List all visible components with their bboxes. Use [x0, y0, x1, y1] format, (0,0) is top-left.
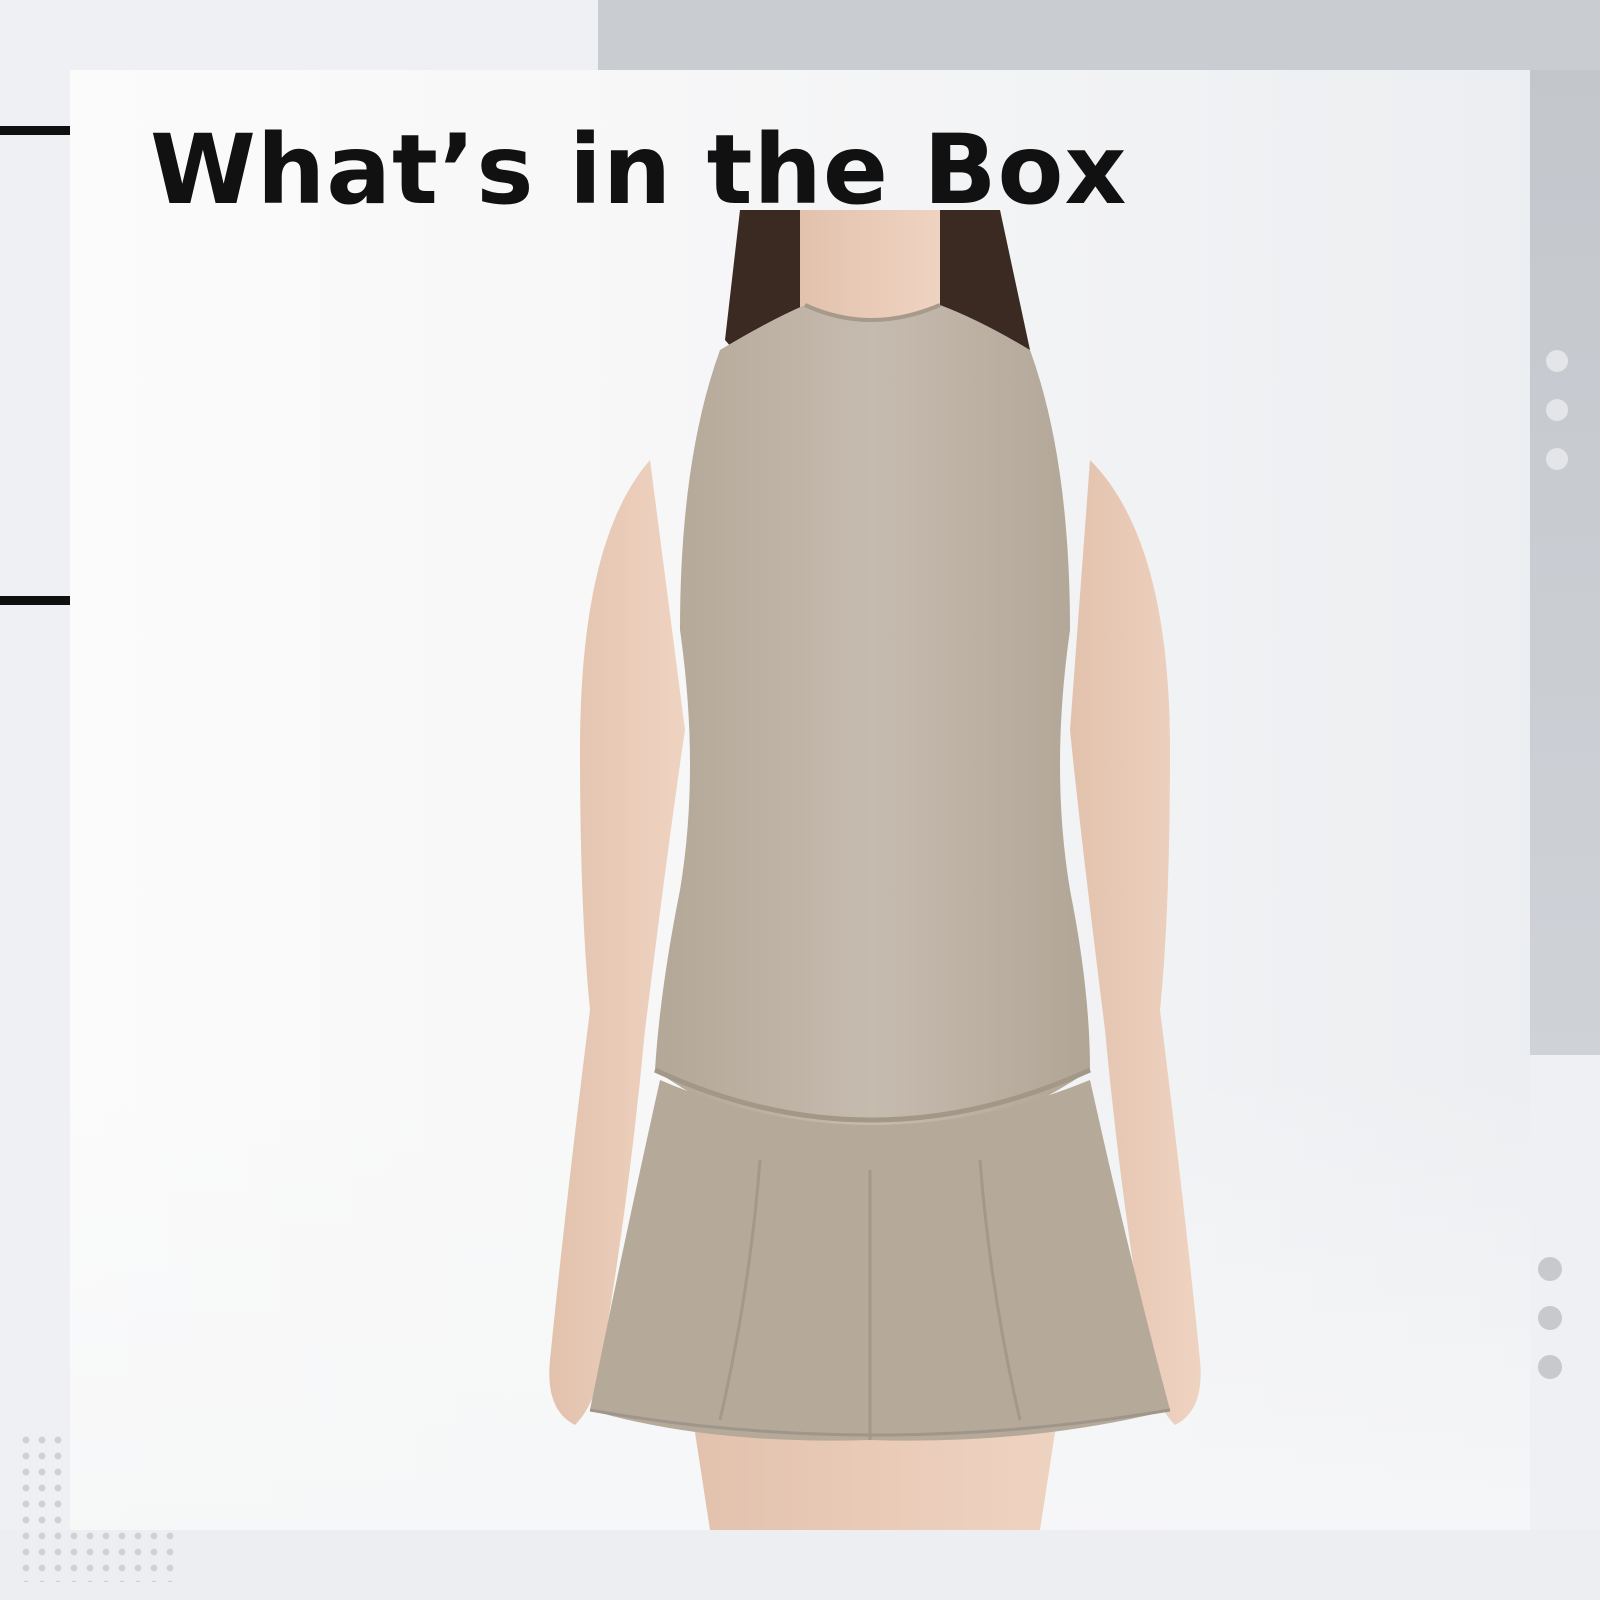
faint-dots-decoration: [1546, 350, 1570, 470]
carousel-dots-decoration: [1538, 1257, 1564, 1387]
section-title: What’s in the Box: [150, 114, 1128, 226]
decorative-tick-top: [0, 126, 70, 135]
bottom-band: [0, 1530, 1600, 1600]
top-accent-band: [598, 0, 1600, 70]
product-image-tennis-dress: [549, 210, 1201, 1530]
right-accent-band: [1530, 70, 1600, 1055]
content-card: What’s in the Box: [70, 70, 1530, 1530]
decorative-tick-bottom: [0, 596, 70, 605]
